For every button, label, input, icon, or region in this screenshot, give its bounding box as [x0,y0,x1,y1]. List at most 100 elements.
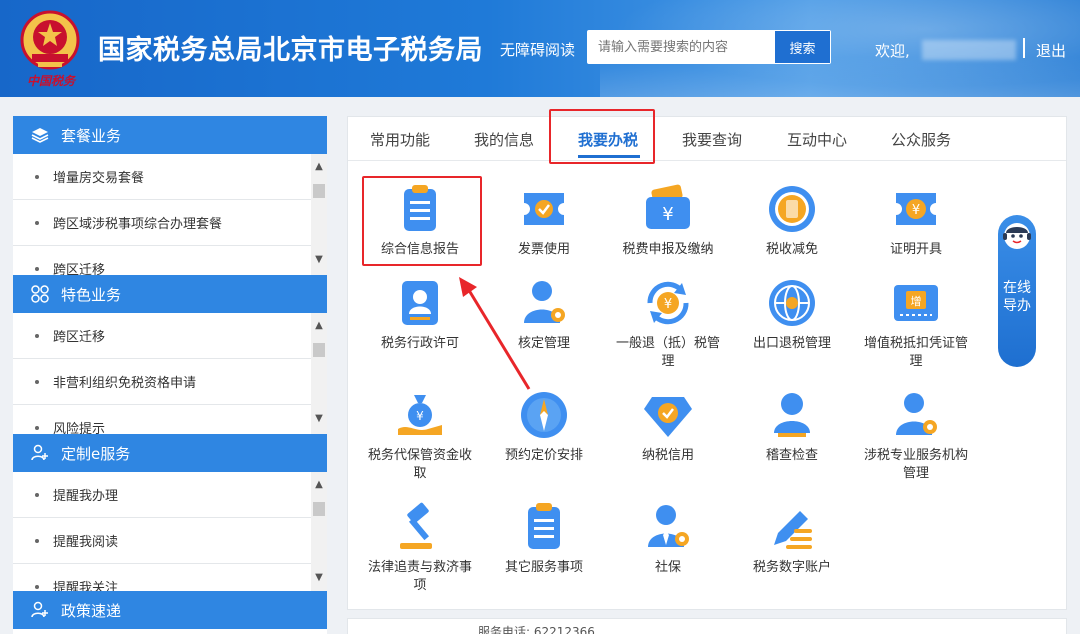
sidebar-item[interactable]: 风险提示 [13,405,327,434]
coin-stack-icon [769,186,815,232]
sidebar-header-package[interactable]: 套餐业务 [13,116,327,154]
wallet-yuan-icon: ¥ [646,184,690,229]
logout-link[interactable]: 退出 [1036,40,1066,61]
user-gear-icon [896,393,937,435]
service-label: 一般退（抵）税管理 [615,336,720,369]
vat-ticket-icon: 增 [894,285,938,321]
sidebar-item[interactable]: 提醒我阅读 [13,518,327,564]
tab-public-service[interactable]: 公众服务 [891,129,951,150]
search-button[interactable]: 搜索 [775,31,830,63]
sidebar-item[interactable]: 提醒我关注 [13,564,327,593]
search-input[interactable] [588,31,775,63]
service-tax-credit[interactable]: 纳税信用 [613,389,723,465]
service-label: 证明开具 [889,242,942,257]
service-inspection[interactable]: 稽查检查 [737,389,847,465]
layers-icon [31,126,49,144]
sidebar-header-policy[interactable]: 政策速递 [13,591,327,629]
bullet-icon [35,379,39,384]
sidebar-header-label: 政策速递 [61,601,122,620]
service-vat-deduction[interactable]: 增 增值税抵扣凭证管理 [861,277,971,371]
assistant-avatar-icon [1003,223,1031,249]
scroll-up-icon[interactable]: ▲ [311,158,327,174]
bullet-icon [35,220,39,225]
tax-emblem-icon[interactable] [20,10,80,72]
svg-text:¥: ¥ [416,409,424,423]
service-label: 纳税信用 [641,448,694,463]
sidebar-section-package: 套餐业务 增量房交易套餐 跨区域涉税事项综合办理套餐 跨区迁移 ▲ ▼ [13,116,327,275]
service-label: 出口退税管理 [752,336,831,351]
diamond-check-icon [644,397,692,437]
gavel-icon [400,502,432,549]
sidebar-item[interactable]: 增量房交易套餐 [13,154,327,200]
scrollbar[interactable]: ▲ ▼ [311,313,327,434]
tab-my-info[interactable]: 我的信息 [474,129,534,150]
service-other-matters[interactable]: 其它服务事项 [489,501,599,577]
sidebar-item[interactable]: 跨区迁移 [13,246,327,275]
header: 中国税务 国家税务总局北京市电子税务局 无障碍阅读 搜索 欢迎, 退出 [0,0,1080,97]
scroll-down-icon[interactable]: ▼ [311,569,327,585]
service-label: 稽查检查 [765,448,818,463]
scrollbar-thumb[interactable] [313,502,325,516]
bullet-icon [35,492,39,497]
site-title[interactable]: 国家税务总局北京市电子税务局 [98,28,483,67]
tab-query[interactable]: 我要查询 [682,129,742,150]
online-guide-widget[interactable]: 在线导办 [998,215,1036,367]
bullet-icon [35,584,39,589]
service-label: 法律追责与救济事项 [367,560,472,593]
scroll-up-icon[interactable]: ▲ [311,476,327,492]
service-refund[interactable]: ¥ 一般退（抵）税管理 [613,277,723,371]
sidebar-list: 增量房交易套餐 跨区域涉税事项综合办理套餐 跨区迁移 ▲ ▼ [13,154,327,275]
sidebar-header-label: 套餐业务 [61,126,122,145]
service-label: 发票使用 [517,242,570,257]
sidebar-item[interactable]: 跨区域涉税事项综合办理套餐 [13,200,327,246]
service-label: 增值税抵扣凭证管理 [863,336,968,369]
service-export-refund[interactable]: 出口退税管理 [737,277,847,353]
sidebar-item-label: 提醒我阅读 [53,535,119,550]
service-certificate[interactable]: ¥ 证明开具 [861,183,971,259]
sidebar-item-label: 跨区迁移 [53,330,106,345]
sidebar-item[interactable]: 非营利组织免税资格申请 [13,359,327,405]
scroll-up-icon[interactable]: ▲ [311,317,327,333]
sidebar-item-label: 增量房交易套餐 [53,171,145,186]
tab-interaction[interactable]: 互动中心 [787,129,847,150]
svg-text:¥: ¥ [662,204,673,225]
user-plus-icon [31,444,49,462]
service-agency-management[interactable]: 涉税专业服务机构管理 [861,389,971,483]
service-social-security[interactable]: 社保 [613,501,723,577]
scrollbar-thumb[interactable] [313,184,325,198]
service-invoice-use[interactable]: 发票使用 [489,183,599,259]
refund-cycle-icon: ¥ [647,281,689,325]
sidebar-item[interactable]: 跨区迁移 [13,313,327,359]
service-legal-remedy[interactable]: 法律追责与救济事项 [365,501,475,595]
sidebar-header-custom[interactable]: 定制e服务 [13,434,327,472]
scroll-down-icon[interactable]: ▼ [311,410,327,426]
accessible-reading-link[interactable]: 无障碍阅读 [500,39,575,60]
bullet-icon [35,174,39,179]
service-custody-funds[interactable]: ¥ 税务代保管资金收取 [365,389,475,483]
grid-icon [31,285,49,303]
scrollbar-thumb[interactable] [313,343,325,357]
annotation-arrow-icon [459,277,531,390]
service-tax-relief[interactable]: 税收减免 [737,183,847,259]
bullet-icon [35,333,39,338]
service-declaration-payment[interactable]: ¥ 税费申报及缴纳 [613,183,723,259]
ticket-yuan-icon: ¥ [896,193,936,225]
tab-common[interactable]: 常用功能 [370,129,430,150]
sidebar-item[interactable]: 提醒我办理 [13,472,327,518]
bullet-icon [35,425,39,430]
service-advance-pricing[interactable]: 预约定价安排 [489,389,599,465]
scrollbar[interactable]: ▲ ▼ [311,472,327,593]
sidebar-list: 跨区迁移 非营利组织免税资格申请 风险提示 ▲ ▼ [13,313,327,434]
service-label: 税费申报及缴纳 [622,242,714,257]
globe-icon [769,280,815,326]
scrollbar[interactable]: ▲ ▼ [311,154,327,275]
svg-text:¥: ¥ [912,203,920,218]
sidebar-list: 提醒我办理 提醒我阅读 提醒我关注 ▲ ▼ [13,472,327,593]
service-label: 预约定价安排 [504,448,583,463]
id-card-icon [402,281,438,325]
sidebar-header-featured[interactable]: 特色业务 [13,275,327,313]
bullet-icon [35,538,39,543]
scroll-down-icon[interactable]: ▼ [311,251,327,267]
service-digital-account[interactable]: 税务数字账户 [737,501,847,577]
header-divider [1023,38,1025,58]
